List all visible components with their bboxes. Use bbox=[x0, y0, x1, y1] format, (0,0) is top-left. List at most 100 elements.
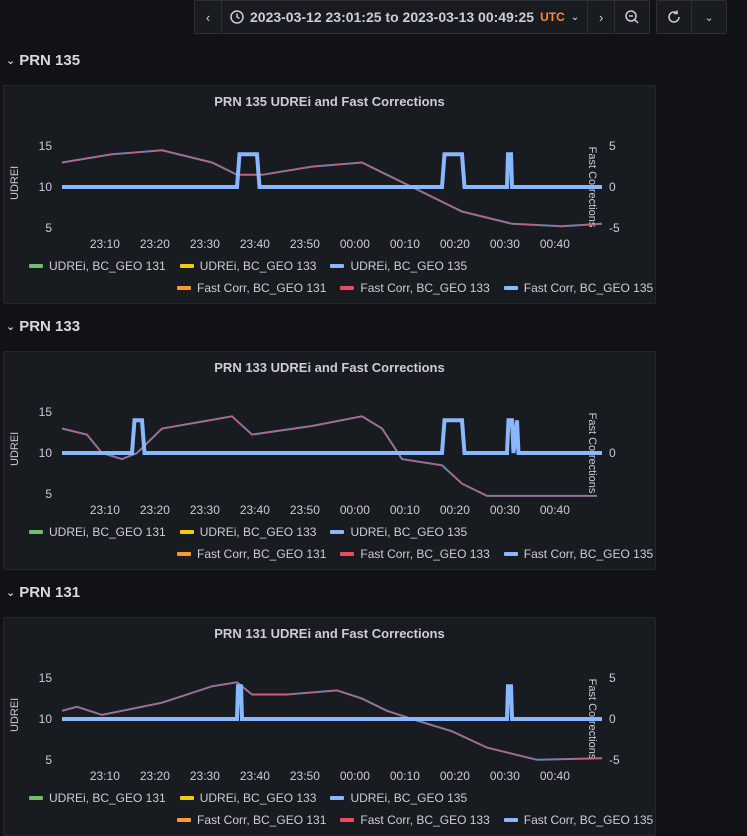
x-tick-label: 23:40 bbox=[240, 769, 270, 783]
refresh-group: ⌄ bbox=[656, 0, 728, 34]
legend-item[interactable]: UDREi, BC_GEO 131 bbox=[29, 525, 166, 539]
y-tick-label-right: 0 bbox=[609, 180, 616, 194]
time-picker-toolbar: ‹ 2023-03-12 23:01:25 to 2023-03-13 00:4… bbox=[194, 0, 728, 34]
shift-back-button[interactable]: ‹ bbox=[195, 1, 222, 33]
x-tick-label: 00:40 bbox=[540, 503, 570, 517]
y-tick-label: 15 bbox=[39, 405, 53, 419]
legend-row-fastcorr: Fast Corr, BC_GEO 131 Fast Corr, BC_GEO … bbox=[177, 813, 653, 827]
timezone-badge: UTC bbox=[540, 10, 565, 24]
legend-item[interactable]: Fast Corr, BC_GEO 135 bbox=[503, 813, 653, 827]
row-header-prn135[interactable]: ⌄ PRN 135 bbox=[6, 52, 80, 69]
legend-row-fastcorr: Fast Corr, BC_GEO 131 Fast Corr, BC_GEO … bbox=[177, 281, 653, 295]
panel-prn135: PRN 135 UDREi and Fast Corrections UDREI… bbox=[3, 85, 656, 304]
chevron-down-icon: ⌄ bbox=[704, 11, 714, 24]
y-tick-label-right: -5 bbox=[609, 221, 620, 235]
chevron-down-icon: ⌄ bbox=[570, 11, 580, 23]
legend-item[interactable]: Fast Corr, BC_GEO 135 bbox=[503, 281, 653, 295]
legend-item[interactable]: UDREi, BC_GEO 133 bbox=[179, 791, 316, 805]
clock-icon bbox=[230, 10, 244, 24]
x-tick-label: 00:00 bbox=[340, 503, 370, 517]
x-tick-label: 00:20 bbox=[440, 237, 470, 251]
chevron-left-icon: ‹ bbox=[205, 9, 211, 25]
y-tick-label: 10 bbox=[39, 446, 53, 460]
x-tick-label: 00:30 bbox=[490, 769, 520, 783]
legend-item[interactable]: Fast Corr, BC_GEO 133 bbox=[340, 813, 490, 827]
x-tick-label: 00:10 bbox=[390, 237, 420, 251]
series-line-udrei-135 bbox=[62, 418, 602, 455]
x-tick-label: 00:30 bbox=[490, 237, 520, 251]
legend-row-udrei: UDREi, BC_GEO 131 UDREi, BC_GEO 133 UDRE… bbox=[29, 259, 467, 273]
legend-item[interactable]: UDREi, BC_GEO 133 bbox=[179, 259, 316, 273]
y-tick-label: 10 bbox=[39, 180, 53, 194]
legend-item[interactable]: UDREi, BC_GEO 135 bbox=[330, 791, 467, 805]
chevron-down-icon: ⌄ bbox=[6, 587, 16, 599]
x-tick-label: 00:00 bbox=[340, 769, 370, 783]
legend-item[interactable]: UDREi, BC_GEO 131 bbox=[29, 259, 166, 273]
x-tick-label: 23:40 bbox=[240, 503, 270, 517]
y-tick-label-right: 5 bbox=[609, 671, 616, 685]
x-tick-label: 00:30 bbox=[490, 503, 520, 517]
legend-item[interactable]: Fast Corr, BC_GEO 133 bbox=[340, 547, 490, 561]
panel-prn133: PRN 133 UDREi and Fast Corrections UDREI… bbox=[3, 351, 656, 570]
x-tick-label: 23:10 bbox=[90, 769, 120, 783]
legend-row-fastcorr: Fast Corr, BC_GEO 131 Fast Corr, BC_GEO … bbox=[177, 547, 653, 561]
row-title: PRN 133 bbox=[19, 318, 81, 335]
time-range-picker[interactable]: 2023-03-12 23:01:25 to 2023-03-13 00:49:… bbox=[222, 1, 589, 33]
refresh-interval-button[interactable]: ⌄ bbox=[692, 1, 726, 33]
x-tick-label: 00:40 bbox=[540, 769, 570, 783]
y-tick-label: 15 bbox=[39, 671, 53, 685]
panel-prn131: PRN 131 UDREi and Fast Corrections UDREI… bbox=[3, 617, 656, 836]
legend-item[interactable]: Fast Corr, BC_GEO 131 bbox=[177, 813, 326, 827]
time-range-group: ‹ 2023-03-12 23:01:25 to 2023-03-13 00:4… bbox=[194, 0, 651, 34]
y-tick-label-right: 0 bbox=[609, 712, 616, 726]
y-tick-label-right: -5 bbox=[609, 753, 620, 767]
zoom-out-button[interactable] bbox=[615, 1, 649, 33]
x-tick-label: 23:50 bbox=[290, 769, 320, 783]
x-tick-label: 00:20 bbox=[440, 503, 470, 517]
legend-item[interactable]: UDREi, BC_GEO 133 bbox=[179, 525, 316, 539]
legend-item[interactable]: Fast Corr, BC_GEO 135 bbox=[503, 547, 653, 561]
chart-prn133: 15 10 5 0 23:10 23:20 23:30 23:40 23:50 00:00 00:1… bbox=[39, 405, 616, 517]
zoom-out-icon bbox=[625, 10, 639, 24]
row-header-prn131[interactable]: ⌄ PRN 131 bbox=[6, 584, 80, 601]
legend-item[interactable]: Fast Corr, BC_GEO 131 bbox=[177, 547, 326, 561]
x-tick-label: 23:30 bbox=[190, 503, 220, 517]
x-tick-label: 23:50 bbox=[290, 503, 320, 517]
y-tick-label-right: 5 bbox=[609, 139, 616, 153]
y-tick-label: 5 bbox=[45, 753, 52, 767]
series-line-fastcorr-133 bbox=[61, 681, 603, 761]
chevron-down-icon: ⌄ bbox=[6, 321, 16, 333]
x-tick-label: 23:20 bbox=[140, 769, 170, 783]
chart-prn135: 15 10 5 5 0 -5 23:10 23:20 23:30 23:40 23:50 00:00 0… bbox=[39, 139, 620, 251]
x-tick-label: 23:30 bbox=[190, 769, 220, 783]
series-line-udrei-135 bbox=[62, 152, 602, 189]
time-range-text: 2023-03-12 23:01:25 to 2023-03-13 00:49:… bbox=[250, 9, 535, 25]
x-tick-label: 23:50 bbox=[290, 237, 320, 251]
row-title: PRN 131 bbox=[19, 584, 81, 601]
refresh-button[interactable] bbox=[657, 1, 693, 33]
x-tick-label: 23:10 bbox=[90, 237, 120, 251]
x-tick-label: 23:20 bbox=[140, 503, 170, 517]
legend-row-udrei: UDREi, BC_GEO 131 UDREi, BC_GEO 133 UDRE… bbox=[29, 791, 467, 805]
legend-item[interactable]: Fast Corr, BC_GEO 131 bbox=[177, 281, 326, 295]
chevron-right-icon: › bbox=[598, 9, 604, 25]
legend-item[interactable]: UDREi, BC_GEO 135 bbox=[330, 525, 467, 539]
x-tick-label: 00:10 bbox=[390, 503, 420, 517]
legend-item[interactable]: Fast Corr, BC_GEO 133 bbox=[340, 281, 490, 295]
y-tick-label: 15 bbox=[39, 139, 53, 153]
chevron-down-icon: ⌄ bbox=[6, 55, 16, 67]
x-tick-label: 00:00 bbox=[340, 237, 370, 251]
series-line-fastcorr-135 bbox=[61, 681, 603, 761]
legend-row-udrei: UDREi, BC_GEO 131 UDREi, BC_GEO 133 UDRE… bbox=[29, 525, 467, 539]
legend-item[interactable]: UDREi, BC_GEO 131 bbox=[29, 791, 166, 805]
y-tick-label: 10 bbox=[39, 712, 53, 726]
row-header-prn133[interactable]: ⌄ PRN 133 bbox=[6, 318, 80, 335]
x-tick-label: 23:40 bbox=[240, 237, 270, 251]
x-tick-label: 23:10 bbox=[90, 503, 120, 517]
chart-prn131: 15 10 5 5 0 -5 23:10 23:20 23:30 23:40 23:50 00:00 0… bbox=[39, 671, 620, 783]
shift-forward-button[interactable]: › bbox=[588, 1, 616, 33]
x-tick-label: 00:10 bbox=[390, 769, 420, 783]
x-tick-label: 00:20 bbox=[440, 769, 470, 783]
legend-item[interactable]: UDREi, BC_GEO 135 bbox=[330, 259, 467, 273]
refresh-icon bbox=[668, 10, 680, 23]
